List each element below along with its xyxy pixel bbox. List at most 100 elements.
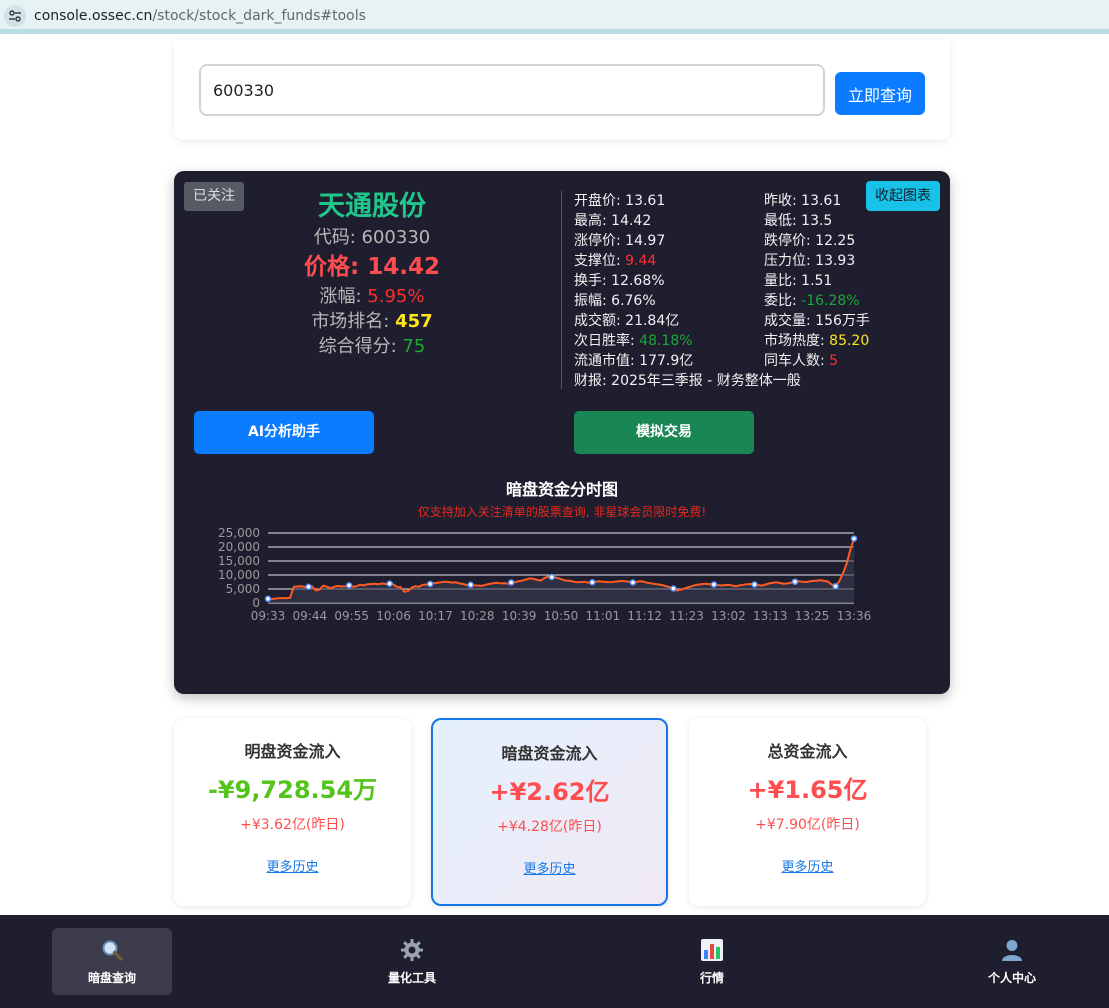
metric-label: 换手: xyxy=(574,273,612,289)
nav-label: 行情 xyxy=(699,971,724,985)
stock-card: 已关注 收起图表 天通股份 代码: 600330 价格: 14.42 涨幅: 5… xyxy=(174,171,950,694)
nav-label: 个人中心 xyxy=(987,971,1036,985)
metric-label: 支撑位: xyxy=(574,253,626,269)
metric-report: 财报: 2025年三季报 - 财务整体一般 xyxy=(574,371,801,391)
metric-label: 成交额: xyxy=(574,313,626,329)
simulated-trading-button[interactable]: 模拟交易 xyxy=(574,411,754,454)
stock-code: 代码: 600330 xyxy=(284,225,460,250)
metric-volume: 成交量: 156万手 xyxy=(764,311,870,331)
stock-code-input[interactable] xyxy=(199,64,825,116)
y-tick-label: 20,000 xyxy=(218,540,260,554)
flow-value: +¥1.65亿 xyxy=(747,776,868,804)
metric-label: 昨收: xyxy=(764,193,802,209)
person-icon xyxy=(952,938,1072,962)
data-point xyxy=(670,585,677,592)
x-tick-label: 10:50 xyxy=(544,609,579,623)
x-tick-label: 11:01 xyxy=(586,609,621,623)
data-point xyxy=(832,582,839,590)
search-card: 立即查询 xyxy=(174,40,950,140)
metric-volume-ratio: 量比: 1.51 xyxy=(764,271,832,291)
x-tick-label: 13:36 xyxy=(837,609,872,623)
y-tick-label: 25,000 xyxy=(218,526,260,540)
x-tick-label: 11:12 xyxy=(627,609,662,623)
site-settings-icon[interactable] xyxy=(4,5,26,27)
metric-heat: 市场热度: 85.20 xyxy=(764,331,869,351)
nav-dark-query[interactable]: 暗盘查询 xyxy=(52,928,172,995)
data-point xyxy=(629,579,637,586)
nav-profile[interactable]: 个人中心 xyxy=(952,928,1072,995)
stock-code-value: 600330 xyxy=(361,227,431,248)
query-button[interactable]: 立即查询 xyxy=(835,72,925,115)
y-tick-label: 0 xyxy=(252,596,260,610)
metric-value: 14.97 xyxy=(625,233,666,249)
metric-limit-up: 涨停价: 14.97 xyxy=(574,231,665,251)
metric-label: 财报: xyxy=(574,373,612,389)
dark-funds-line-chart[interactable]: 25,00020,00015,00010,0005,000009:33 09:44… xyxy=(174,521,950,681)
nav-quant-tools[interactable]: 量化工具 xyxy=(352,928,472,995)
data-point xyxy=(305,583,312,591)
metric-label: 最低: xyxy=(764,213,802,229)
metric-prev-close: 昨收: 13.61 xyxy=(764,191,841,211)
nav-label: 量化工具 xyxy=(387,971,436,985)
metric-value: 12.25 xyxy=(815,233,856,249)
stock-name: 天通股份 xyxy=(318,191,426,222)
stock-code-label: 代码: xyxy=(313,227,362,248)
more-history-link[interactable]: 更多历史 xyxy=(689,856,926,875)
metric-value: 1.51 xyxy=(801,273,833,289)
url-host: console.ossec.cn xyxy=(34,8,153,24)
stock-price-label: 价格: xyxy=(304,254,368,280)
metric-label: 委比: xyxy=(764,293,802,309)
metric-value: 13.61 xyxy=(801,193,842,209)
metric-peers: 同车人数: 5 xyxy=(764,351,838,371)
x-tick-label: 10:28 xyxy=(460,609,495,623)
data-point xyxy=(507,579,515,586)
stock-change-value: 5.95% xyxy=(367,286,425,307)
gear-icon xyxy=(352,938,472,962)
more-history-link[interactable]: 更多历史 xyxy=(433,858,666,877)
metric-value: 156万手 xyxy=(815,313,870,329)
magnifier-icon xyxy=(52,938,172,962)
metric-value: 48.18% xyxy=(639,333,693,349)
flow-card-dark: 暗盘资金流入 +¥2.62亿 +¥4.28亿(昨日) 更多历史 xyxy=(431,718,668,906)
overall-score: 综合得分: 75 xyxy=(284,334,460,359)
info-divider xyxy=(561,191,562,389)
x-tick-label: 13:02 xyxy=(711,609,746,623)
metric-label: 压力位: xyxy=(764,253,816,269)
metric-label: 最高: xyxy=(574,213,612,229)
metric-value: 13.61 xyxy=(625,193,666,209)
metric-value: -16.28% xyxy=(801,293,860,309)
data-point xyxy=(264,595,272,603)
chart-title: 暗盘资金分时图 xyxy=(505,480,618,499)
y-tick-label: 15,000 xyxy=(218,554,260,568)
flow-prev-day: +¥3.62亿(昨日) xyxy=(240,817,345,833)
data-point xyxy=(345,582,353,589)
url-text[interactable]: console.ossec.cn/stock/stock_dark_funds#… xyxy=(34,8,366,24)
metric-support: 支撑位: 9.44 xyxy=(574,251,656,271)
ai-assistant-button[interactable]: AI分析助手 xyxy=(194,411,374,454)
metric-value: 6.76% xyxy=(611,293,656,309)
metric-value: 14.42 xyxy=(611,213,652,229)
metric-value: 5 xyxy=(829,353,839,369)
x-tick-label: 11:23 xyxy=(669,609,704,623)
x-tick-label: 13:25 xyxy=(795,609,830,623)
stock-change-label: 涨幅: xyxy=(319,286,368,307)
y-tick-label: 10,000 xyxy=(218,568,260,582)
metric-label: 量比: xyxy=(764,273,802,289)
x-tick-label: 10:39 xyxy=(502,609,537,623)
metric-limit-down: 跌停价: 12.25 xyxy=(764,231,855,251)
nav-market[interactable]: 行情 xyxy=(652,928,772,995)
flow-prev-day: +¥7.90亿(昨日) xyxy=(755,817,860,833)
collapse-chart-button[interactable]: 收起图表 xyxy=(866,181,940,211)
metric-label: 同车人数: xyxy=(764,353,830,369)
metric-label: 市场热度: xyxy=(764,333,830,349)
data-point xyxy=(426,580,434,588)
flow-prev-day: +¥4.28亿(昨日) xyxy=(497,819,602,835)
metric-high: 最高: 14.42 xyxy=(574,211,651,231)
more-history-link[interactable]: 更多历史 xyxy=(174,856,411,875)
stock-price: 价格: 14.42 xyxy=(284,250,460,284)
data-point xyxy=(467,581,474,589)
overall-score-value: 75 xyxy=(402,336,426,357)
metric-amplitude: 振幅: 6.76% xyxy=(574,291,656,311)
watched-badge[interactable]: 已关注 xyxy=(184,182,244,211)
flow-value: -¥9,728.54万 xyxy=(207,776,378,804)
